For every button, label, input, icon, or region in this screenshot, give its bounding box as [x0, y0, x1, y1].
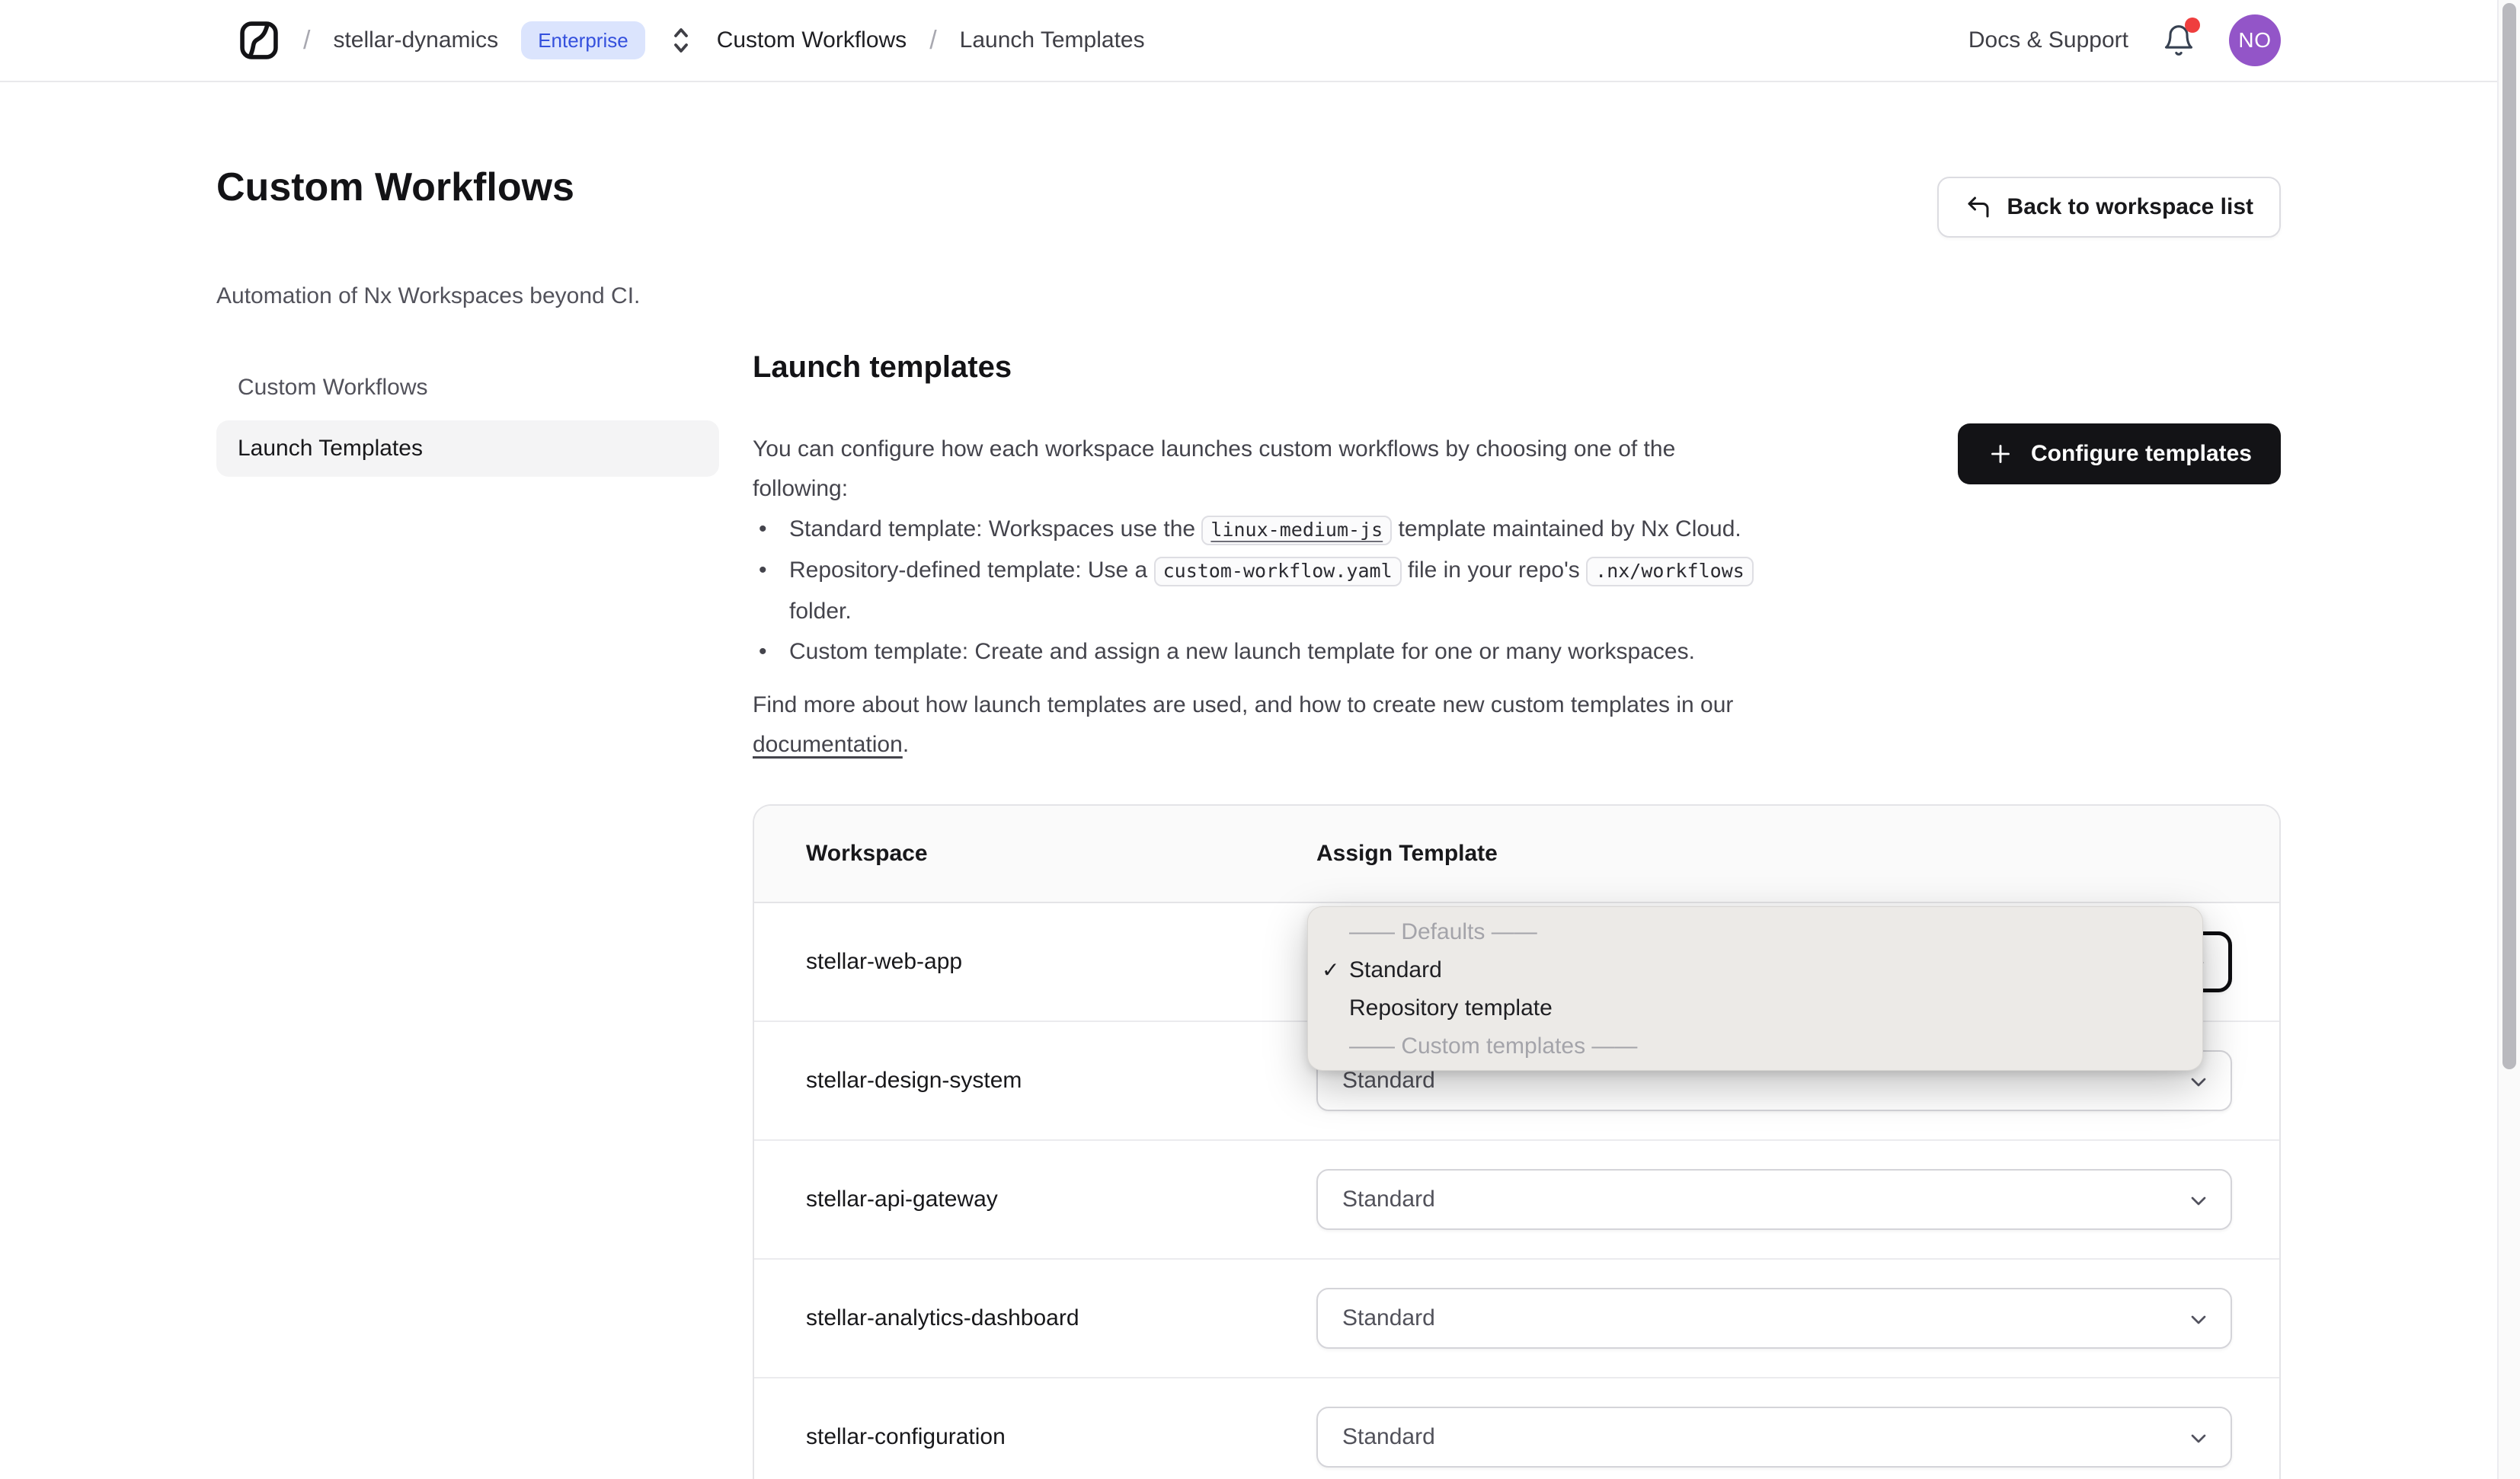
breadcrumb-separator: / [303, 25, 311, 55]
configure-templates-button[interactable]: Configure templates [1957, 423, 2281, 484]
text-segment: . [902, 732, 910, 757]
text-segment: Find more about how launch templates are… [753, 692, 1734, 717]
table-row: stellar-configuration Standard [754, 1378, 2279, 1479]
text-segment: You can configure how each workspace lau… [753, 436, 1676, 462]
template-option-bullet: Repository-defined template: Use a custo… [753, 550, 1804, 631]
column-header-workspace: Workspace [806, 841, 928, 866]
notifications-bell-icon[interactable] [2162, 18, 2200, 59]
text-segment: Custom template: Create and assign a new… [789, 639, 1695, 664]
main-content: Launch templates You can configure how e… [753, 347, 2281, 1479]
breadcrumb-separator-2: / [929, 25, 937, 55]
dropdown-option[interactable]: Repository template [1308, 989, 2202, 1027]
select-value: Standard [1342, 1187, 1435, 1212]
assign-template-select[interactable]: Standard [1316, 1407, 2232, 1468]
page-subtitle: Automation of Nx Workspaces beyond CI. [216, 283, 641, 308]
workspace-template-table: Workspace Assign Template stellar-web-ap… [753, 804, 2281, 1479]
select-value: Standard [1342, 1424, 1435, 1449]
dropdown-option[interactable]: ✓ Standard [1308, 951, 2202, 989]
column-header-assign-template: Assign Template [1316, 841, 1498, 866]
nx-cloud-logo-icon[interactable] [238, 19, 280, 62]
workspace-name: stellar-configuration [806, 1424, 1006, 1449]
inline-code-chip: custom-workflow.yaml [1153, 557, 1402, 586]
text-segment: template maintained by Nx Cloud. [1392, 516, 1741, 541]
text-segment: file in your repo's [1401, 557, 1587, 583]
inline-code-chip[interactable]: linux-medium-js [1201, 516, 1393, 545]
plus-icon [1987, 440, 2014, 468]
text-segment: Standard template: Workspaces use the [789, 516, 1202, 541]
template-select-dropdown-popup: —— Defaults —— ✓ Standard Repository templa… [1307, 906, 2203, 1071]
inline-code-chip: .nx/workflows [1586, 557, 1754, 586]
template-option-bullet: Custom template: Create and assign a new… [753, 631, 1804, 672]
assign-template-select[interactable]: Standard [1316, 1288, 2232, 1349]
dropdown-group-label: —— Custom templates —— [1349, 1033, 1638, 1059]
template-option-bullet: Standard template: Workspaces use the li… [753, 509, 1804, 550]
back-to-workspace-list-button[interactable]: Back to workspace list [1936, 177, 2281, 238]
section-heading: Launch templates [753, 350, 1012, 384]
user-avatar[interactable]: NO [2229, 14, 2281, 66]
workspace-name: stellar-analytics-dashboard [806, 1305, 1079, 1330]
breadcrumb: / stellar-dynamics Enterprise Custom Wor… [238, 19, 1968, 62]
text-segment: folder. [789, 599, 852, 624]
table-header-row: Workspace Assign Template [754, 806, 2279, 903]
enterprise-badge: Enterprise [521, 21, 645, 59]
settings-sidebar: Custom Workflows Launch Templates [216, 359, 719, 481]
navbar-actions: Docs & Support NO [1968, 14, 2281, 66]
table-row: stellar-api-gateway Standard [754, 1141, 2279, 1260]
configure-button-label: Configure templates [2030, 441, 2252, 466]
back-button-label: Back to workspace list [2007, 194, 2253, 219]
sidebar-item-custom-workflows[interactable]: Custom Workflows [216, 359, 719, 416]
top-navbar: / stellar-dynamics Enterprise Custom Wor… [0, 0, 2520, 82]
text-segment: following: [753, 476, 849, 501]
workspace-name: stellar-api-gateway [806, 1187, 998, 1212]
page-title: Custom Workflows [216, 165, 574, 209]
page-scrollbar [2497, 0, 2520, 1479]
workspace-name: stellar-design-system [806, 1068, 1022, 1093]
select-value: Standard [1342, 1068, 1435, 1093]
breadcrumb-page[interactable]: Launch Templates [960, 27, 1145, 53]
find-more-paragraph: Find more about how launch templates are… [753, 685, 1789, 765]
template-options-list: Standard template: Workspaces use the li… [753, 509, 1804, 672]
dropdown-group-label: —— Defaults —— [1349, 919, 1537, 944]
corner-up-left-icon [1965, 193, 1992, 221]
checkmark-icon: ✓ [1322, 958, 1340, 982]
breadcrumb-section[interactable]: Custom Workflows [717, 27, 907, 53]
workspace-switcher-icon[interactable] [668, 24, 694, 57]
intro-paragraph: You can configure how each workspace lau… [753, 430, 1789, 509]
select-value: Standard [1342, 1305, 1435, 1330]
table-row: stellar-analytics-dashboard Standard [754, 1260, 2279, 1378]
workspace-name: stellar-web-app [806, 949, 963, 974]
assign-template-select[interactable]: Standard [1316, 1169, 2232, 1230]
notification-dot [2185, 18, 2200, 33]
text-segment: Repository-defined template: Use a [789, 557, 1154, 583]
sidebar-item-launch-templates[interactable]: Launch Templates [216, 420, 719, 477]
scrollbar-thumb[interactable] [2502, 3, 2516, 1069]
documentation-link[interactable]: documentation [753, 732, 903, 757]
docs-support-link[interactable]: Docs & Support [1968, 27, 2128, 53]
breadcrumb-workspace[interactable]: stellar-dynamics [333, 27, 498, 53]
